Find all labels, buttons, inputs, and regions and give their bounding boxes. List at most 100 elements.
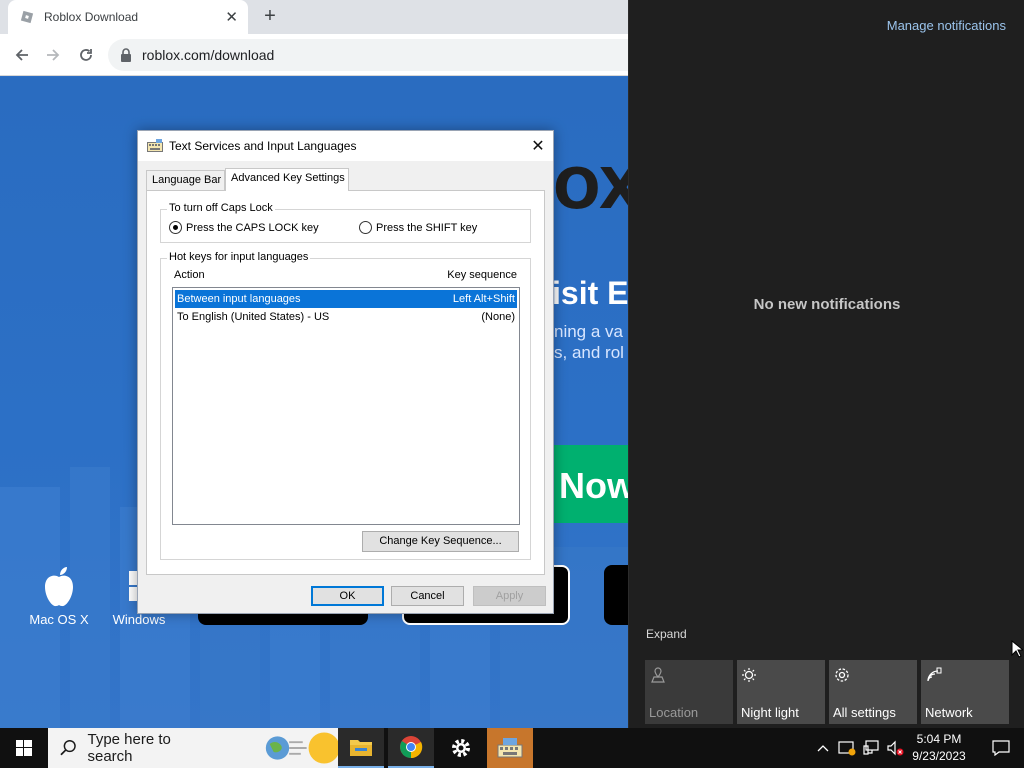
chevron-up-icon [817,745,829,752]
list-item[interactable]: Between input languages Left Alt+Shift [175,290,517,308]
shift-key-label: Press the SHIFT key [376,221,478,234]
expand-link[interactable]: Expand [646,627,687,641]
quick-action-all-settings[interactable]: All settings [829,660,917,724]
url-text: roblox.com/download [142,47,275,63]
no-notifications-text: No new notifications [753,296,901,313]
caps-lock-key-radio[interactable]: Press the CAPS LOCK key [169,221,319,234]
tab-title: Roblox Download [44,10,139,24]
keyboard-settings-icon [147,139,163,152]
network-wired-icon [863,740,879,755]
tab-advanced-key-settings[interactable]: Advanced Key Settings [225,168,349,191]
gear-icon [835,668,849,682]
quick-action-network[interactable]: Network [921,660,1009,724]
reload-button[interactable] [73,42,99,68]
keyboard-settings-icon [497,738,523,758]
back-arrow-icon [15,49,28,61]
address-bar[interactable]: roblox.com/download [108,39,628,71]
dialog-title-bar[interactable]: Text Services and Input Languages ✕ [138,131,553,161]
security-alert-icon [838,741,856,756]
notification-icon [992,740,1010,756]
list-item[interactable]: To English (United States) - US (None) [175,308,517,326]
quick-action-label: Location [649,705,699,720]
network-icon [927,667,942,682]
search-highlight-graphic-icon [266,732,338,764]
reload-icon [80,49,92,61]
clock-date: 9/23/2023 [912,749,966,763]
advanced-key-settings-panel: To turn off Caps Lock Press the CAPS LOC… [146,190,545,575]
page-heading: isit E [552,275,628,311]
quick-action-night-light[interactable]: Night light [737,660,825,724]
start-button[interactable] [0,728,48,768]
manage-notifications-link[interactable]: Manage notifications [887,18,1006,33]
text-services-dialog: Text Services and Input Languages ✕ Lang… [137,130,554,614]
tray-security[interactable] [836,728,858,768]
caps-lock-key-label: Press the CAPS LOCK key [186,221,319,234]
file-explorer-icon [350,740,372,756]
dialog-title: Text Services and Input Languages [169,139,357,153]
tray-show-hidden[interactable] [812,728,834,768]
action-center-panel: Manage notifications No new notification… [628,0,1024,728]
location-icon [651,667,665,683]
browser-tab[interactable]: Roblox Download ✕ [8,0,248,34]
roblox-logo-fragment: OX [553,157,628,222]
hot-keys-group: Hot keys for input languages Action Key … [160,251,531,560]
tray-network[interactable] [860,728,882,768]
download-now-button[interactable]: Now [553,445,628,523]
dialog-close-icon[interactable]: ✕ [523,136,553,156]
quick-action-label: All settings [833,705,896,720]
mac-os-download-link[interactable]: Mac OS X [26,565,92,627]
back-button[interactable] [9,42,35,68]
search-placeholder: Type here to search [87,731,171,765]
search-icon [60,739,76,756]
taskbar-chrome[interactable] [388,728,434,768]
mouse-cursor-icon [1011,640,1023,658]
quick-action-label: Night light [741,705,799,720]
key-sequence-column-header: Key sequence [447,269,517,281]
taskbar-clock[interactable]: 5:04 PM 9/23/2023 [908,731,970,765]
action-center-button[interactable] [978,728,1024,768]
lock-icon [121,48,131,62]
apply-button[interactable]: Apply [473,586,546,606]
tab-language-bar[interactable]: Language Bar [146,170,225,190]
page-subheading: ning a va s, and rol [554,321,624,363]
taskbar-file-explorer[interactable] [338,728,384,768]
radio-selected-icon [169,221,182,234]
tab-close-icon[interactable]: ✕ [225,10,238,25]
hot-keys-group-label: Hot keys for input languages [167,251,311,263]
amazon-store-badge[interactable] [604,565,628,625]
taskbar-text-services[interactable] [487,728,533,768]
mac-os-label: Mac OS X [29,612,89,627]
change-key-sequence-button[interactable]: Change Key Sequence... [362,531,519,552]
roblox-favicon-icon [20,10,34,24]
list-item-action: Between input languages [177,293,301,305]
list-item-sequence: Left Alt+Shift [452,293,515,305]
clock-time: 5:04 PM [916,732,962,746]
shift-key-radio[interactable]: Press the SHIFT key [359,221,477,234]
taskbar-settings[interactable] [438,728,484,768]
subheading-line-2: s, and rol [554,343,624,362]
windows-label: Windows [112,612,166,627]
quick-action-label: Network [925,705,973,720]
caps-lock-group-label: To turn off Caps Lock [167,202,275,214]
tray-volume[interactable] [884,728,906,768]
action-column-header: Action [174,269,205,281]
taskbar-search-box[interactable]: Type here to search [48,728,338,768]
hot-keys-list[interactable]: Between input languages Left Alt+Shift T… [172,287,520,525]
windows-start-icon [16,740,32,756]
cancel-button[interactable]: Cancel [391,586,464,606]
browser-toolbar: roblox.com/download [0,34,628,76]
quick-action-location[interactable]: Location [645,660,733,724]
night-light-icon [742,668,756,682]
caps-lock-group: To turn off Caps Lock Press the CAPS LOC… [160,202,531,243]
settings-gear-icon [452,739,470,757]
chrome-icon [400,736,423,759]
forward-arrow-icon [47,49,60,61]
volume-muted-icon [887,740,904,756]
forward-button[interactable] [40,42,66,68]
apple-icon [45,567,73,607]
ok-button[interactable]: OK [311,586,384,606]
tab-strip: Roblox Download ✕ + [0,0,628,34]
subheading-line-1: ning a va [554,322,623,341]
new-tab-button[interactable]: + [258,4,282,28]
radio-unselected-icon [359,221,372,234]
